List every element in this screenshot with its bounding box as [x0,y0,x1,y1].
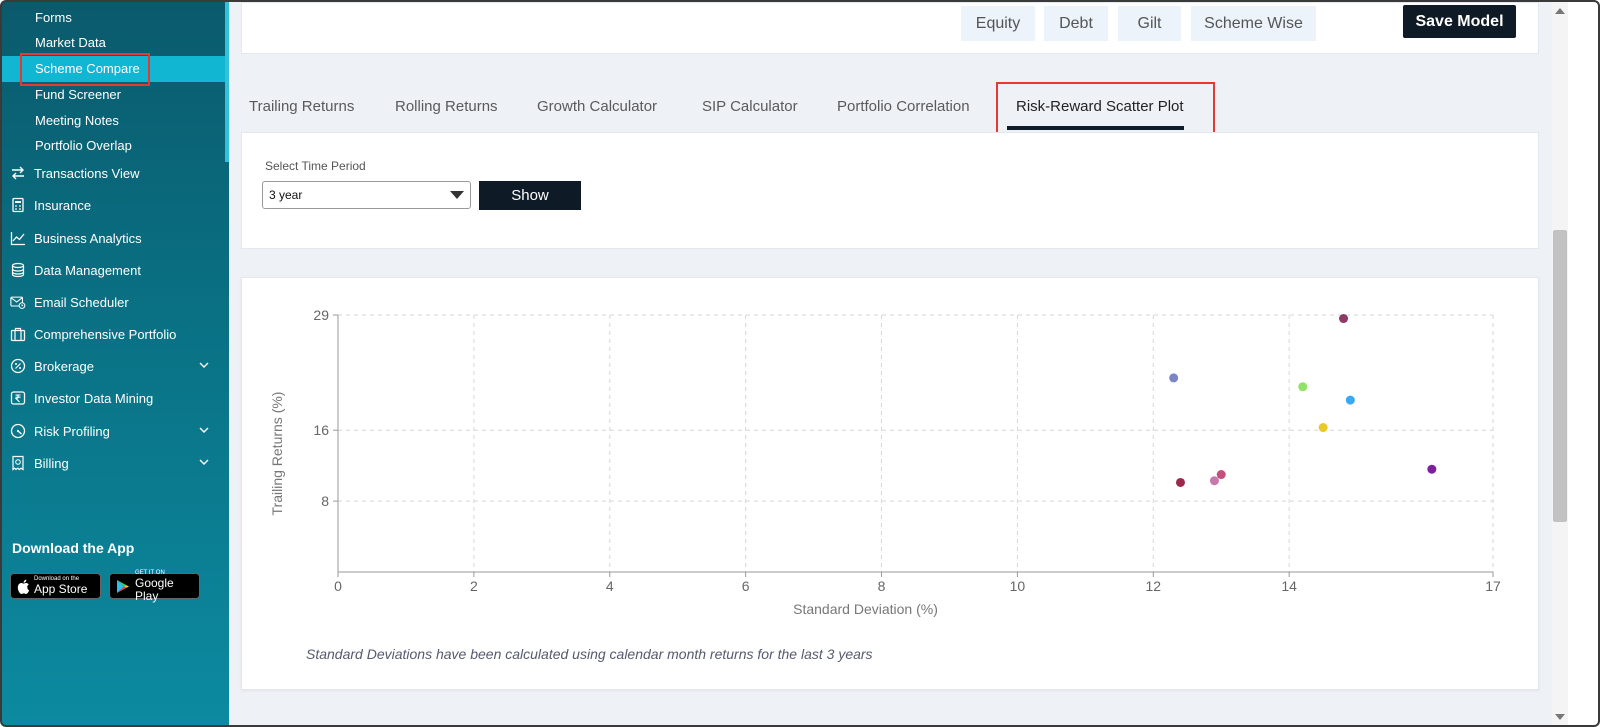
scatter-chart-card: 0 2 4 6 8 10 12 14 17 8 16 29 Standard Deviation (%)… [241,277,1539,690]
chevron-down-icon [197,455,211,469]
x-tick-label: 17 [1485,578,1501,594]
sidebar-item-label: Brokerage [34,358,94,374]
save-model-button[interactable]: Save Model [1403,5,1516,38]
sidebar-item-label: Billing [34,455,69,471]
sidebar-item-label: Transactions View [34,165,140,181]
x-tick-label: 12 [1146,578,1162,594]
y-tick-label: 29 [313,307,329,323]
scatter-chart: 0 2 4 6 8 10 12 14 17 8 16 29 Standard Deviation (%)… [269,307,1501,617]
highlight-box [20,53,150,86]
sidebar-item-label: Comprehensive Portfolio [34,326,177,342]
database-icon [10,262,26,278]
sidebar-item-risk-profiling[interactable]: Risk Profiling [2,416,225,446]
arrows-swap-icon [10,165,26,181]
scroll-down-icon[interactable] [1555,714,1565,720]
scatter-point[interactable] [1216,470,1226,480]
x-tick-label: 2 [470,578,478,594]
app-store-button[interactable]: Download on the App Store [10,573,101,599]
time-period-label: Select Time Period [265,159,366,173]
sidebar-item-brokerage[interactable]: Brokerage [2,351,225,381]
tab-growth-calculator[interactable]: Growth Calculator [537,98,657,115]
y-tick-label: 8 [321,493,329,509]
sidebar-item-business-analytics[interactable]: Business Analytics [2,223,225,253]
tab-trailing-returns[interactable]: Trailing Returns [249,98,354,115]
sidebar-item-email-scheduler[interactable]: Email Scheduler [2,287,225,317]
show-button[interactable]: Show [479,181,581,210]
sidebar-item-label: Investor Data Mining [34,390,154,406]
scatter-point[interactable] [1175,477,1185,487]
sidebar-item-label: Email Scheduler [34,294,129,310]
briefcase-icon [10,326,26,342]
debt-button[interactable]: Debt [1044,6,1108,41]
scatter-point[interactable] [1209,476,1219,486]
sidebar-item-label: Insurance [34,197,92,213]
scheme-wise-button[interactable]: Scheme Wise [1191,6,1316,41]
gauge-icon [10,423,26,439]
filter-card: Select Time Period 3 year Show [241,132,1539,249]
google-play-icon [116,579,130,594]
scatter-point[interactable] [1339,314,1349,324]
tab-sip-calculator[interactable]: SIP Calculator [702,98,798,115]
sidebar-item-label: Risk Profiling [34,423,110,439]
sidebar-item-label: Data Management [34,262,141,278]
line-chart-icon [10,230,26,246]
sidebar-item-forms[interactable]: Forms [2,5,225,31]
sidebar: Forms Market Data Scheme Compare Fund Sc… [2,2,229,725]
tab-bar: Trailing Returns Rolling Returns Growth … [229,82,1552,130]
scrollbar-thumb[interactable] [1553,230,1567,522]
sidebar-item-billing[interactable]: Billing [2,448,225,478]
sidebar-item-insurance[interactable]: Insurance [2,190,225,220]
email-clock-icon [10,294,26,310]
x-tick-label: 14 [1281,578,1297,594]
sidebar-item-data-management[interactable]: Data Management [2,255,225,285]
x-tick-label: 0 [334,578,342,594]
scatter-point[interactable] [1298,382,1308,392]
tab-portfolio-correlation[interactable]: Portfolio Correlation [837,98,970,115]
scatter-point[interactable] [1169,373,1179,383]
sidebar-item-investor-data-mining[interactable]: Investor Data Mining [2,383,225,413]
google-play-button[interactable]: GET IT ON Google Play [109,570,200,602]
chevron-down-icon [197,423,211,437]
scatter-point[interactable] [1345,395,1355,405]
dropdown-caret-icon [450,191,464,199]
app-store-big-text: App Store [34,582,88,596]
rupee-icon [10,390,26,406]
download-app-title: Download the App [12,540,135,556]
sidebar-item-meeting-notes[interactable]: Meeting Notes [2,108,225,134]
y-tick-label: 16 [313,422,329,438]
time-period-value: 3 year [269,188,303,202]
sidebar-item-transactions-view[interactable]: Transactions View [2,158,225,188]
page-scrollbar[interactable] [1552,2,1598,725]
scroll-up-icon[interactable] [1555,8,1565,14]
x-tick-label: 4 [606,578,614,594]
chart-footnote: Standard Deviations have been calculated… [306,646,873,662]
tab-rolling-returns[interactable]: Rolling Returns [395,98,498,115]
x-axis-label: Standard Deviation (%) [793,601,938,617]
percent-icon [10,358,26,374]
chevron-down-icon [197,358,211,372]
apple-icon [17,579,30,594]
receipt-icon [10,455,26,471]
fund-type-card: Equity Debt Gilt Scheme Wise Save Model [241,2,1539,54]
x-tick-label: 10 [1010,578,1026,594]
x-tick-label: 6 [742,578,750,594]
equity-button[interactable]: Equity [961,6,1035,41]
gilt-button[interactable]: Gilt [1118,6,1181,41]
time-period-select[interactable]: 3 year [262,181,471,209]
scatter-point[interactable] [1318,423,1328,433]
main-content: Equity Debt Gilt Scheme Wise Save Model … [229,2,1552,725]
calculator-doc-icon [10,197,26,213]
google-play-big-text: Google Play [135,575,174,603]
x-tick-label: 8 [878,578,886,594]
sidebar-item-comprehensive-portfolio[interactable]: Comprehensive Portfolio [2,319,225,349]
y-axis-label: Trailing Returns (%) [269,392,285,516]
sidebar-item-label: Business Analytics [34,230,142,246]
sidebar-item-portfolio-overlap[interactable]: Portfolio Overlap [2,133,225,159]
scatter-point[interactable] [1427,464,1437,474]
